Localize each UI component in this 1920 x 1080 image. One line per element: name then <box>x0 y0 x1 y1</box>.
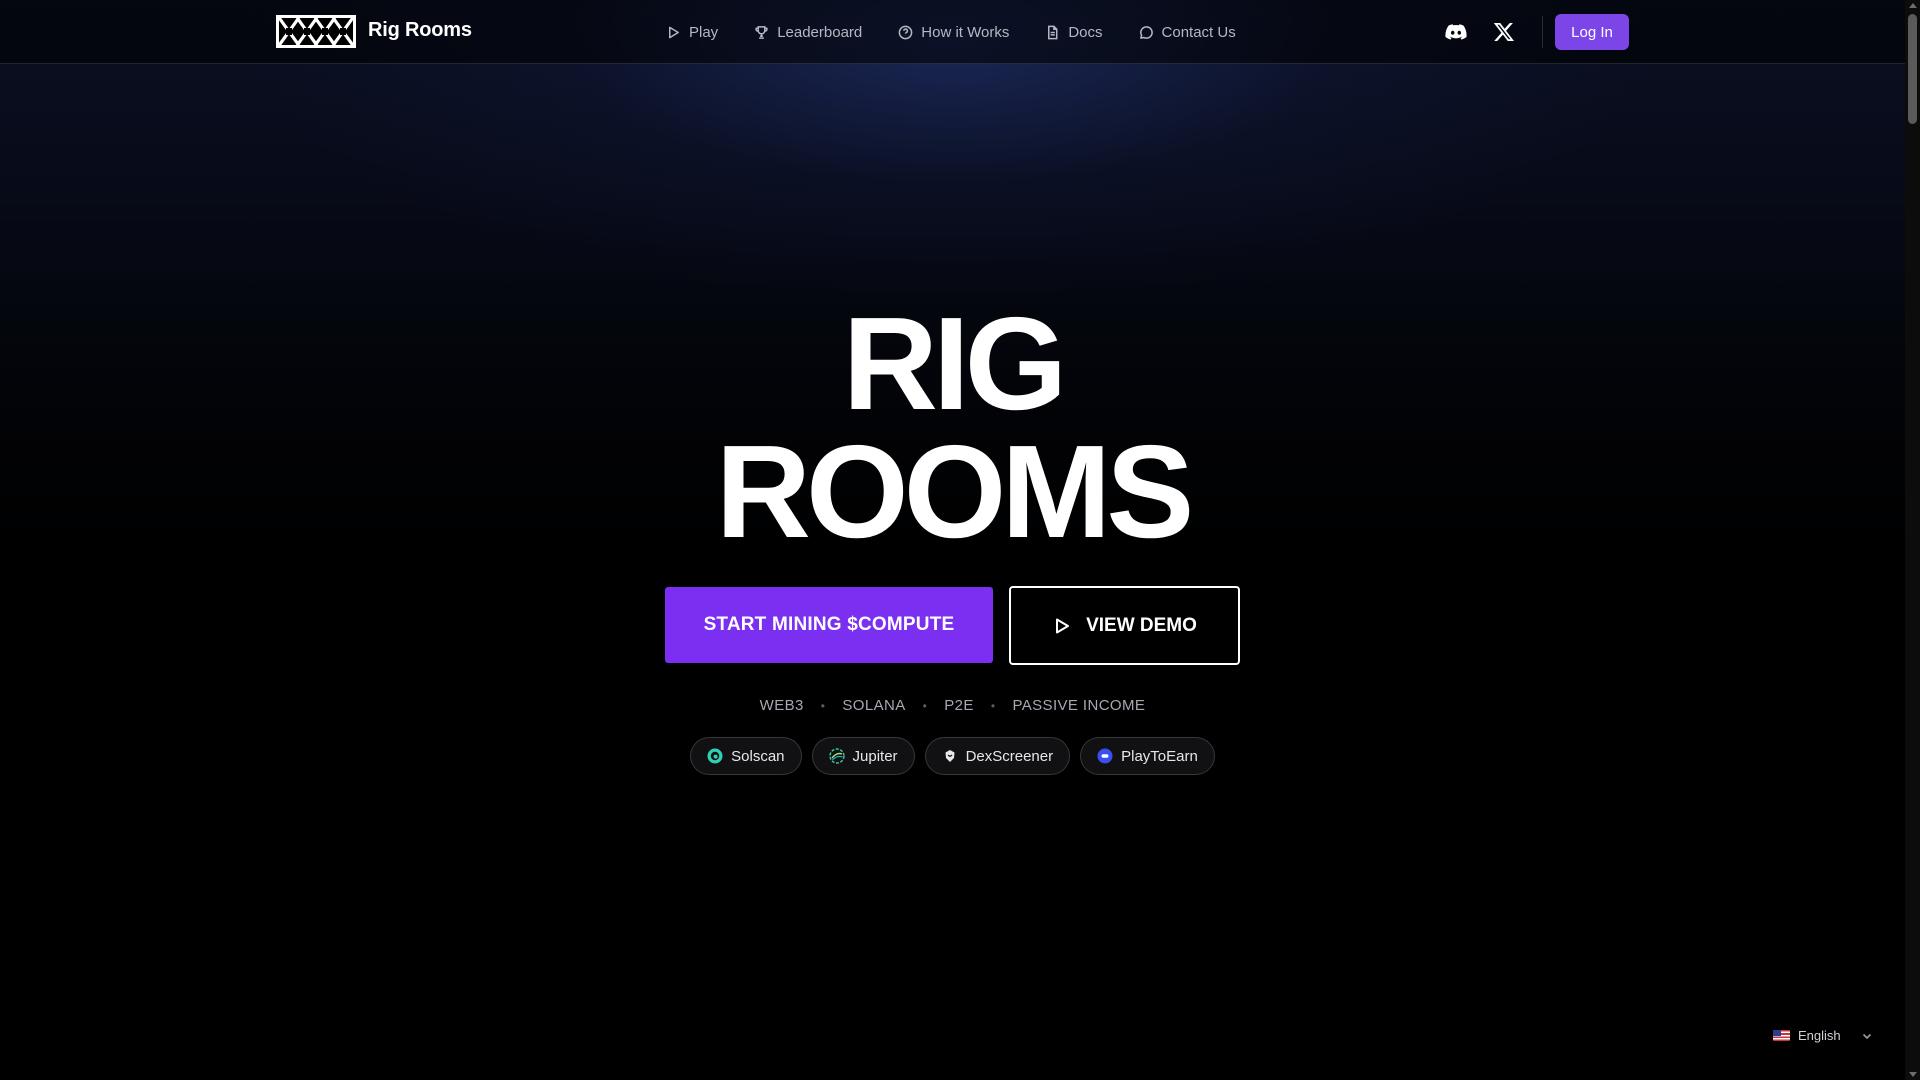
scroll-thumb[interactable] <box>1908 14 1917 124</box>
solscan-icon <box>707 748 723 764</box>
nav-docs-label: Docs <box>1068 23 1103 41</box>
trophy-icon <box>755 25 768 39</box>
tag-separator: • <box>922 698 928 713</box>
play-icon <box>669 26 679 38</box>
help-circle-icon <box>898 25 913 39</box>
play-icon <box>1056 618 1070 633</box>
dexscreener-icon <box>945 750 955 762</box>
partner-playtoearn-label: PlayToEarn <box>1121 747 1198 765</box>
nav-play-label: Play <box>689 23 719 41</box>
page-scrollbar[interactable] <box>1905 0 1920 1080</box>
partner-dexscreener-label: DexScreener <box>965 747 1054 765</box>
tag-separator: • <box>820 698 826 713</box>
nav-leaderboard-label: Leaderboard <box>777 23 863 41</box>
chevron-down-icon <box>1862 1033 1871 1039</box>
partner-solscan[interactable]: Solscan <box>690 737 802 775</box>
view-demo-label: VIEW DEMO <box>1086 614 1197 636</box>
document-icon <box>1048 25 1058 39</box>
main-nav: Play Leaderboard How it Works Docs Conta… <box>666 0 1272 64</box>
nav-docs[interactable]: Docs <box>1045 23 1103 41</box>
logo-icon[interactable] <box>276 15 356 48</box>
brand-name[interactable]: Rig Rooms <box>368 19 472 42</box>
nav-how-it-works-label: How it Works <box>921 23 1010 41</box>
login-button[interactable]: Log In <box>1555 14 1629 50</box>
playtoearn-icon <box>1097 748 1113 764</box>
partner-links: Solscan Jupiter DexScreener PlayToEarn <box>0 737 1905 775</box>
us-flag-icon <box>1773 1030 1790 1041</box>
hero-title-line-2: ROOMS <box>715 418 1195 565</box>
discord-icon[interactable] <box>1444 20 1468 44</box>
nav-leaderboard[interactable]: Leaderboard <box>754 24 862 41</box>
scroll-down-arrow-icon[interactable] <box>1909 1072 1917 1077</box>
partner-solscan-label: Solscan <box>731 747 785 765</box>
tag-web3: WEB3 <box>759 697 804 714</box>
tag-separator: • <box>990 698 996 713</box>
tag-passive-income: PASSIVE INCOME <box>1012 697 1146 714</box>
start-mining-button[interactable]: START MINING $COMPUTE <box>665 587 993 663</box>
hero-title: RIG ROOMS <box>0 290 1905 565</box>
scroll-up-arrow-icon[interactable] <box>1909 3 1917 8</box>
hero-title-line-1: RIG <box>842 290 1068 437</box>
nav-play[interactable]: Play <box>666 24 718 41</box>
header-divider <box>1542 16 1543 48</box>
partner-playtoearn[interactable]: PlayToEarn <box>1080 737 1215 775</box>
language-selector[interactable]: English <box>1773 1028 1873 1043</box>
jupiter-icon <box>828 748 845 764</box>
tag-solana: SOLANA <box>842 697 906 714</box>
nav-contact-us[interactable]: Contact Us <box>1139 24 1236 41</box>
x-icon[interactable] <box>1492 20 1516 44</box>
message-icon <box>1139 25 1153 39</box>
tag-p2e: P2E <box>944 697 974 714</box>
partner-jupiter-label: Jupiter <box>852 747 898 765</box>
view-demo-button[interactable]: VIEW DEMO <box>1009 586 1240 665</box>
page: Rig Rooms Play Leaderboard How it Works … <box>0 0 1905 1080</box>
partner-jupiter[interactable]: Jupiter <box>811 737 915 775</box>
language-label: English <box>1798 1028 1841 1043</box>
partner-dexscreener[interactable]: DexScreener <box>924 737 1071 775</box>
hero-tags: WEB3 • SOLANA • P2E • PASSIVE INCOME <box>0 697 1905 714</box>
top-navbar: Rig Rooms Play Leaderboard How it Works … <box>0 0 1905 64</box>
nav-contact-us-label: Contact Us <box>1161 23 1236 41</box>
nav-how-it-works[interactable]: How it Works <box>898 24 1009 41</box>
